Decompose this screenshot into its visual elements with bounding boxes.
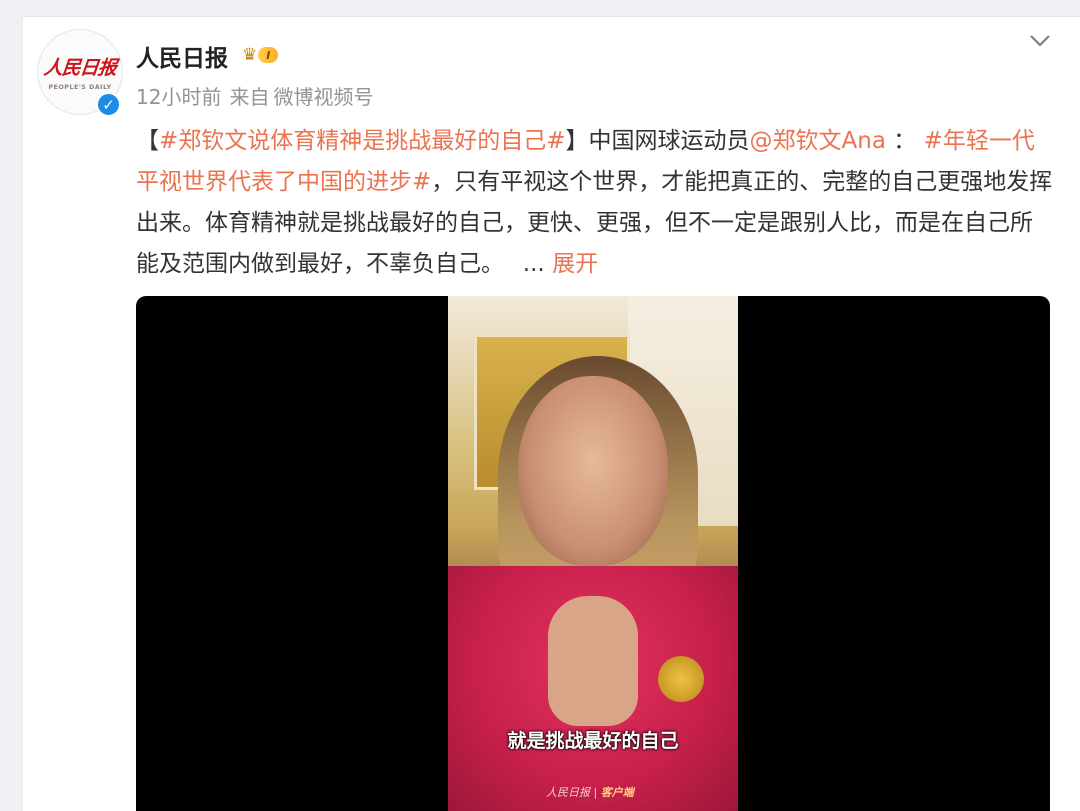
emblem-icon bbox=[658, 656, 704, 702]
watermark-client: 客户端 bbox=[600, 786, 634, 799]
author-name[interactable]: 人民日报 bbox=[136, 39, 228, 73]
source-prefix: 来自 bbox=[229, 85, 270, 109]
post-text-part-1: 中国网球运动员 bbox=[588, 128, 750, 154]
crown-icon: ♛ bbox=[242, 44, 258, 65]
mention-link[interactable]: @郑钦文Ana bbox=[750, 128, 886, 154]
video-subtitle: 就是挑战最好的自己 bbox=[507, 730, 679, 752]
video-frame: 就是挑战最好的自己 人民日报 | 客户端 bbox=[448, 296, 738, 811]
avatar-logo-subtext: PEOPLE'S DAILY bbox=[48, 83, 112, 91]
weibo-post-card: 人民日报 PEOPLE'S DAILY ✓ 人民日报 ♛ I 12小时前 来自 微博… bbox=[22, 16, 1080, 811]
video-player[interactable]: 就是挑战最好的自己 人民日报 | 客户端 bbox=[136, 296, 1050, 811]
level-label: I bbox=[258, 47, 279, 63]
video-watermark: 人民日报 | 客户端 bbox=[546, 786, 634, 799]
topic-link-1[interactable]: #郑钦文说体育精神是挑战最好的自己# bbox=[159, 128, 566, 154]
post-text: 【#郑钦文说体育精神是挑战最好的自己#】中国网球运动员@郑钦文Ana ： #年轻… bbox=[136, 121, 1054, 285]
bracket-close: 】 bbox=[565, 128, 589, 154]
person-face bbox=[518, 376, 668, 566]
bracket-open: 【 bbox=[136, 128, 159, 154]
chevron-down-icon[interactable] bbox=[1029, 29, 1051, 54]
post-meta: 12小时前 来自 微博视频号 bbox=[136, 81, 381, 110]
post-text-part-2: ： bbox=[885, 128, 917, 154]
watermark-brand: 人民日报 bbox=[546, 786, 590, 799]
post-source[interactable]: 微博视频号 bbox=[273, 85, 373, 109]
avatar-logo-text: 人民日报 bbox=[42, 57, 117, 79]
person-hand bbox=[548, 596, 638, 726]
expand-link[interactable]: 展开 bbox=[552, 251, 598, 277]
member-level-badge[interactable]: ♛ I bbox=[242, 43, 279, 67]
post-time[interactable]: 12小时前 bbox=[136, 85, 221, 109]
verified-badge-icon: ✓ bbox=[96, 92, 121, 117]
